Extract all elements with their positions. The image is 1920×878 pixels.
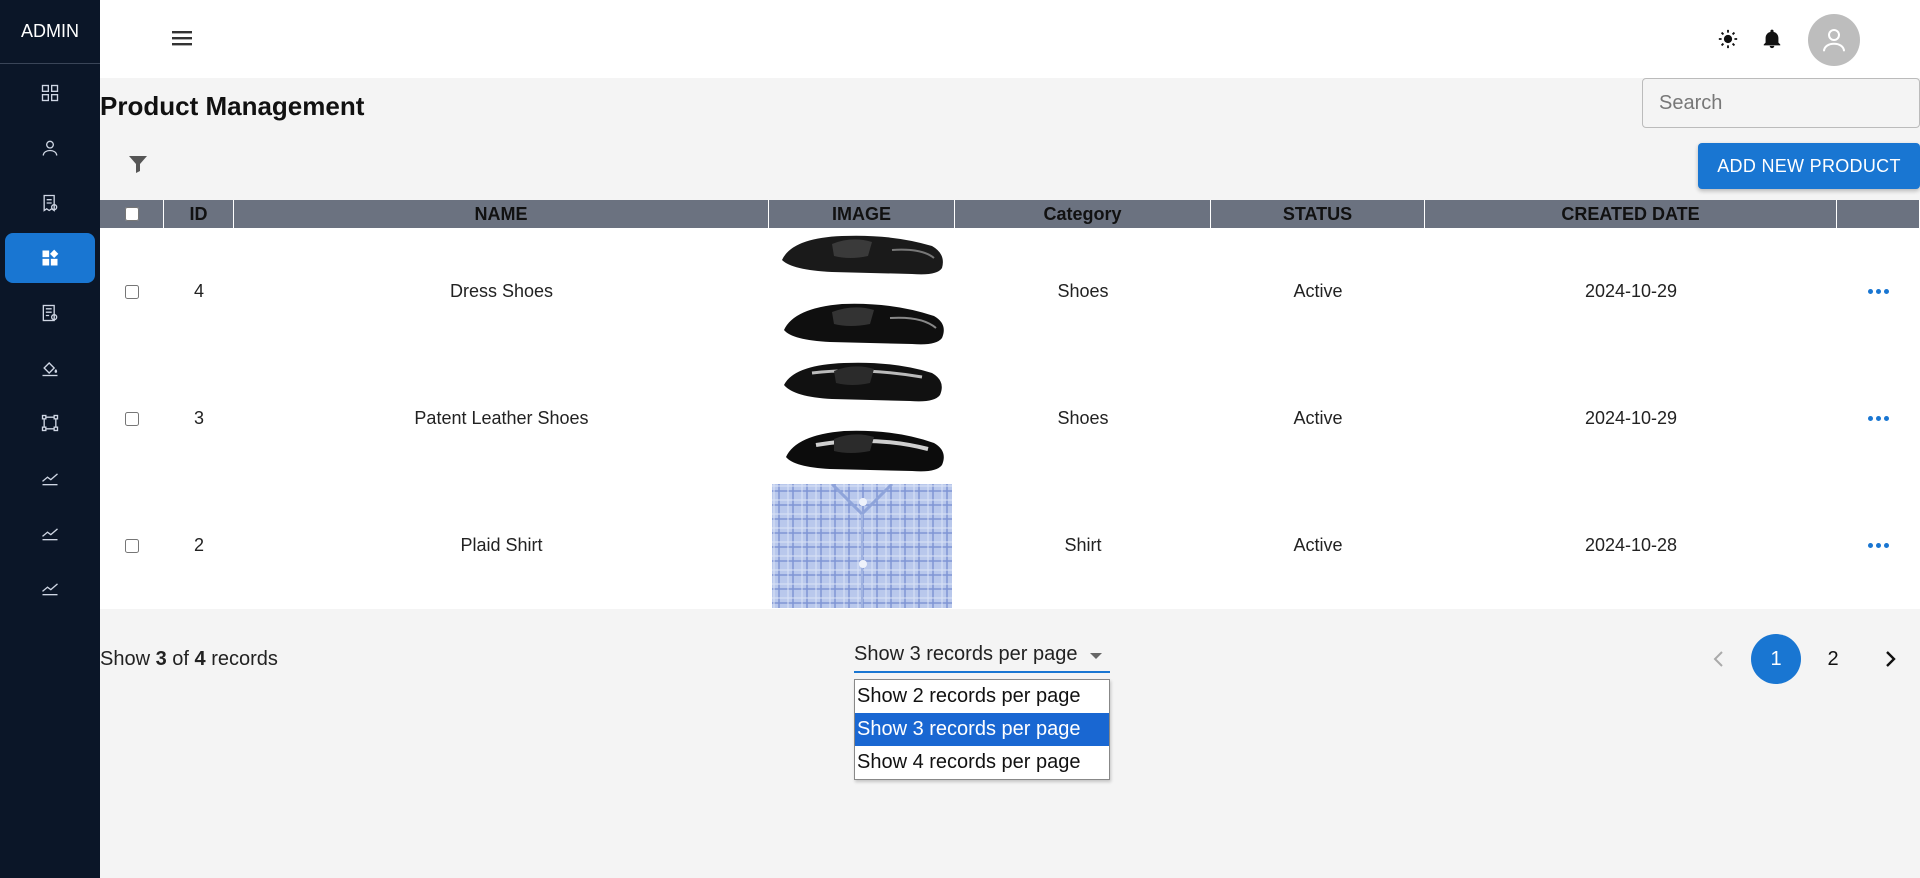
cell-id: 2 xyxy=(193,535,204,555)
cell-id: 3 xyxy=(193,408,204,428)
rpp-option-2[interactable]: Show 2 records per page xyxy=(855,680,1109,713)
bell-icon[interactable] xyxy=(1761,28,1783,50)
user-icon xyxy=(42,140,58,156)
cell-actions xyxy=(1837,482,1920,609)
table-row: 3 Patent Leather Shoes Shoes Active 2024… xyxy=(100,355,1920,482)
sidebar-item-orders[interactable] xyxy=(5,288,95,338)
sidebar-item-theme[interactable] xyxy=(5,343,95,393)
brightness-icon[interactable] xyxy=(1717,28,1739,50)
table-row: 4 Dress Shoes Shoes Active 2024-10-29 xyxy=(100,228,1920,355)
row-select-cell xyxy=(100,228,164,355)
cell-created-date: 2024-10-29 xyxy=(1584,281,1678,301)
table-header-row: ID NAME IMAGE Category STATUS CREATED DA… xyxy=(100,200,1920,228)
sidebar: ADMIN xyxy=(0,0,100,878)
cell-created-date: 2024-10-29 xyxy=(1584,408,1678,428)
avatar-icon xyxy=(1823,29,1845,52)
plaid-shirt-image xyxy=(772,483,952,608)
select-all-checkbox[interactable] xyxy=(124,207,139,221)
product-table: ID NAME IMAGE Category STATUS CREATED DA… xyxy=(100,200,1920,609)
row-checkbox[interactable] xyxy=(125,284,139,299)
records-summary: Show 3 of 4 records xyxy=(100,648,278,671)
cell-id: 4 xyxy=(193,281,204,301)
sidebar-item-chart-1[interactable] xyxy=(5,453,95,503)
summary-prefix: Show xyxy=(100,648,151,670)
cell-image xyxy=(769,228,955,355)
header-id[interactable]: ID xyxy=(164,200,234,228)
summary-total-count: 4 xyxy=(194,648,206,670)
sidebar-item-users[interactable] xyxy=(5,123,95,173)
chart-line-icon xyxy=(42,583,58,596)
paint-bucket-icon xyxy=(42,362,58,377)
cell-category: Shoes xyxy=(1057,408,1109,428)
cell-actions xyxy=(1837,355,1920,482)
chevron-right-icon[interactable] xyxy=(1878,647,1902,671)
search-input[interactable] xyxy=(1642,78,1920,128)
add-new-product-button[interactable]: ADD NEW PRODUCT xyxy=(1698,143,1920,189)
header-created-date[interactable]: CREATED DATE xyxy=(1425,200,1837,228)
header-actions xyxy=(1837,200,1920,228)
summary-shown-count: 3 xyxy=(155,648,167,670)
page-button-2[interactable]: 2 xyxy=(1808,634,1858,684)
menu-icon[interactable] xyxy=(170,26,194,50)
rpp-option-4[interactable]: Show 4 records per page xyxy=(855,746,1109,779)
header-select-all xyxy=(100,200,164,228)
row-checkbox[interactable] xyxy=(125,411,139,426)
chevron-down-icon xyxy=(1090,653,1102,659)
brand-logo[interactable]: ADMIN xyxy=(0,0,100,64)
header-status[interactable]: STATUS xyxy=(1211,200,1425,228)
top-header xyxy=(100,0,1920,78)
patent-shoes-image xyxy=(772,356,952,481)
chart-line-icon xyxy=(42,473,58,486)
widgets-icon xyxy=(42,249,59,266)
avatar[interactable] xyxy=(1808,14,1860,66)
sidebar-item-chart-3[interactable] xyxy=(5,563,95,613)
receipt-icon xyxy=(43,194,58,212)
sidebar-item-transform[interactable] xyxy=(5,398,95,448)
sidebar-item-dashboard[interactable] xyxy=(5,68,95,118)
header-category[interactable]: Category xyxy=(955,200,1211,228)
main-content: Product Management ADD NEW PRODUCT ID NA… xyxy=(100,78,1920,878)
cell-name: Patent Leather Shoes xyxy=(414,408,589,428)
cell-status: Active xyxy=(1293,535,1343,555)
cell-status: Active xyxy=(1293,281,1343,301)
cell-category: Shirt xyxy=(1064,535,1102,555)
more-actions-icon[interactable] xyxy=(1868,416,1889,421)
summary-of: of xyxy=(172,648,189,670)
cell-category: Shoes xyxy=(1057,281,1109,301)
sidebar-item-chart-2[interactable] xyxy=(5,508,95,558)
sidebar-item-receipts[interactable] xyxy=(5,178,95,228)
sidebar-nav xyxy=(0,64,100,613)
row-select-cell xyxy=(100,355,164,482)
cell-created-date: 2024-10-28 xyxy=(1584,535,1678,555)
summary-records: records xyxy=(211,648,278,670)
header-image: IMAGE xyxy=(769,200,955,228)
row-select-cell xyxy=(100,482,164,609)
cell-image xyxy=(769,355,955,482)
chevron-left-icon[interactable] xyxy=(1707,647,1731,671)
dress-shoes-image xyxy=(772,229,952,354)
header-name[interactable]: NAME xyxy=(234,200,769,228)
chart-line-icon xyxy=(42,528,58,541)
cell-image xyxy=(769,482,955,609)
cell-actions xyxy=(1837,228,1920,355)
cell-name: Plaid Shirt xyxy=(460,535,543,555)
transform-icon xyxy=(41,414,59,432)
sidebar-item-products[interactable] xyxy=(5,233,95,283)
cell-name: Dress Shoes xyxy=(449,281,554,301)
table-row: 2 Plaid Shirt Shirt Active 2024-10-28 xyxy=(100,482,1920,609)
order-list-icon xyxy=(42,304,58,322)
row-checkbox[interactable] xyxy=(125,538,139,553)
page-button-1[interactable]: 1 xyxy=(1751,634,1801,684)
more-actions-icon[interactable] xyxy=(1868,289,1889,294)
more-actions-icon[interactable] xyxy=(1868,543,1889,548)
records-per-page-select[interactable]: Show 3 records per page xyxy=(854,639,1110,673)
rpp-option-3[interactable]: Show 3 records per page xyxy=(855,713,1109,746)
dashboard-icon xyxy=(41,84,59,102)
page-title: Product Management xyxy=(100,91,365,121)
filter-icon[interactable] xyxy=(126,152,150,176)
records-per-page-options: Show 2 records per page Show 3 records p… xyxy=(854,679,1110,780)
rpp-selected-label: Show 3 records per page xyxy=(854,643,1078,665)
cell-status: Active xyxy=(1293,408,1343,428)
